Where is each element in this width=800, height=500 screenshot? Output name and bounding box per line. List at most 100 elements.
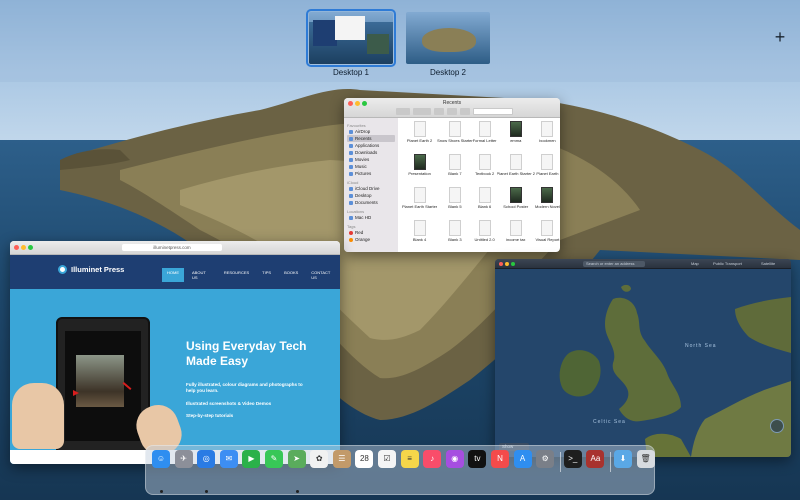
site-logo[interactable]: Illuminet Press xyxy=(58,265,124,274)
launchpad-icon[interactable]: ✈ xyxy=(174,450,193,468)
file-item[interactable]: Snow Shoes Starter xyxy=(437,121,473,152)
trash-icon[interactable]: 🗑 xyxy=(636,450,655,468)
sidebar-item-airdrop[interactable]: AirDrop xyxy=(347,128,395,135)
address-bar[interactable]: illuminetpress.com xyxy=(122,244,222,251)
finder-icon[interactable]: ☺ xyxy=(152,450,170,468)
site-nav-resources[interactable]: RESOURCES xyxy=(219,268,254,282)
sidebar-item-icloud-drive[interactable]: iCloud Drive xyxy=(347,185,395,192)
system-preferences-icon[interactable]: ⚙ xyxy=(536,450,555,468)
site-nav-books[interactable]: BOOKS xyxy=(279,268,303,282)
file-item[interactable]: Blank 6 xyxy=(473,187,497,218)
contacts-icon[interactable]: ☰ xyxy=(332,450,351,468)
app-store-icon[interactable]: A xyxy=(513,450,532,468)
site-nav-contact-us[interactable]: CONTACT US xyxy=(306,268,340,282)
file-item[interactable]: Presentation xyxy=(402,154,437,185)
view-buttons[interactable] xyxy=(396,108,410,115)
file-item[interactable]: Planet Earth Starter xyxy=(402,187,437,218)
satellite-map[interactable]: North Sea Celtic Sea Show xyxy=(495,269,791,457)
sidebar-tag-red[interactable]: Red xyxy=(347,229,395,236)
file-item[interactable]: Blank 5 xyxy=(437,187,473,218)
file-item[interactable]: Visual Report xyxy=(535,220,560,251)
sidebar-item-mac-hd[interactable]: Mac HD xyxy=(347,214,395,221)
podcasts-icon[interactable]: ◉ xyxy=(445,450,464,468)
file-item[interactable]: emma xyxy=(497,121,535,152)
file-item[interactable]: Blank 7 xyxy=(437,154,473,185)
space-desktop-1[interactable]: Desktop 1 xyxy=(306,9,396,77)
music-icon[interactable]: ♪ xyxy=(423,450,442,468)
downloads-folder-icon[interactable]: ⬇ xyxy=(614,450,632,468)
sidebar-item-applications[interactable]: Applications xyxy=(347,142,395,149)
maps-icon[interactable]: ➤ xyxy=(287,450,306,468)
hero-headline: Using Everyday Tech Made Easy xyxy=(186,339,307,368)
file-item[interactable]: Planet Earth 2 xyxy=(402,121,437,152)
notes-icon[interactable]: ≡ xyxy=(400,450,419,468)
minimize-button[interactable] xyxy=(505,261,509,266)
segment-map[interactable]: Map xyxy=(691,261,699,267)
file-item[interactable]: Formal Letter xyxy=(473,121,497,152)
file-item[interactable]: Planet Earth Starter 2 xyxy=(497,154,535,185)
site-nav-about-us[interactable]: ABOUT US xyxy=(187,268,216,282)
close-button[interactable] xyxy=(499,261,503,266)
safari-toolbar[interactable]: illuminetpress.com xyxy=(10,241,340,255)
mail-icon[interactable]: ✉ xyxy=(219,450,238,468)
group-button[interactable] xyxy=(413,108,431,115)
document-icon xyxy=(448,121,461,137)
finder-titlebar[interactable]: Recents xyxy=(344,98,560,118)
share-button[interactable] xyxy=(447,108,457,115)
maps-search-input[interactable]: Search or enter an address xyxy=(583,261,645,267)
site-nav-home[interactable]: HOME xyxy=(162,268,184,282)
sidebar-tag-orange[interactable]: Orange xyxy=(347,236,395,243)
file-item[interactable]: School Poster xyxy=(497,187,535,218)
sidebar-item-pictures[interactable]: Pictures xyxy=(347,170,395,177)
space-desktop-2[interactable]: Desktop 2 xyxy=(406,12,490,77)
news-icon[interactable]: N xyxy=(491,450,509,468)
close-button[interactable] xyxy=(14,245,19,250)
space-thumbnail[interactable] xyxy=(406,12,490,64)
safari-icon[interactable]: ◎ xyxy=(197,450,216,468)
file-item[interactable]: Blank 4 xyxy=(402,220,437,251)
segment-satellite[interactable]: Satellite xyxy=(761,261,775,267)
zoom-button[interactable] xyxy=(28,245,33,250)
sidebar-item-desktop[interactable]: Desktop xyxy=(347,192,395,199)
file-name: Planet Earth Starter 2 xyxy=(496,172,535,176)
file-item[interactable]: Blank 3 xyxy=(437,220,473,251)
sidebar-item-movies[interactable]: Movies xyxy=(347,156,395,163)
minimize-button[interactable] xyxy=(21,245,26,250)
file-item[interactable]: Modern Novel xyxy=(535,187,560,218)
segment-public-transport[interactable]: Public Transport xyxy=(713,261,742,267)
reminders-icon[interactable]: ☑ xyxy=(378,450,396,468)
file-item[interactable]: Planet Earth xyxy=(535,154,560,185)
safari-window[interactable]: illuminetpress.com Illuminet Press HOME A… xyxy=(10,241,340,464)
downloads-icon xyxy=(349,150,353,155)
file-item[interactable]: Textbook 2 xyxy=(473,154,497,185)
maps-window[interactable]: Search or enter an address Map Public Tr… xyxy=(495,259,791,457)
tag-button[interactable] xyxy=(460,108,470,115)
file-name: Visual Report xyxy=(535,238,560,242)
tv-icon[interactable]: tv xyxy=(468,450,487,468)
sidebar-item-music[interactable]: Music xyxy=(347,163,395,170)
messages-icon[interactable]: ✎ xyxy=(265,450,283,468)
dictionary-icon[interactable]: Aa xyxy=(586,450,605,468)
photos-icon[interactable]: ✿ xyxy=(310,450,329,468)
file-item[interactable]: Untitled 2.0 xyxy=(473,220,497,251)
terminal-icon[interactable]: >_ xyxy=(563,450,582,468)
search-input[interactable] xyxy=(473,108,513,115)
file-item[interactable]: bookmen xyxy=(535,121,560,152)
compass-icon[interactable] xyxy=(770,419,784,433)
sidebar-item-documents[interactable]: Documents xyxy=(347,199,395,206)
action-button[interactable] xyxy=(434,108,444,115)
add-space-button[interactable]: + xyxy=(771,28,789,46)
file-item[interactable]: income tax xyxy=(497,220,535,251)
maps-toolbar[interactable]: Search or enter an address Map Public Tr… xyxy=(495,259,791,269)
sidebar-item-recents[interactable]: Recents xyxy=(347,135,395,142)
finder-file-grid: Planet Earth 2 Snow Shoes Starter Formal L… xyxy=(400,118,560,252)
facetime-icon[interactable]: ▶ xyxy=(242,450,261,468)
space-thumbnail[interactable] xyxy=(306,9,396,67)
finder-window[interactable]: Recents Favourites AirDrop Recents Applica… xyxy=(344,98,560,252)
calendar-icon[interactable]: 28 xyxy=(355,450,374,468)
sidebar-item-downloads[interactable]: Downloads xyxy=(347,149,395,156)
site-nav-tips[interactable]: TIPS xyxy=(257,268,276,282)
document-icon xyxy=(509,154,522,170)
zoom-button[interactable] xyxy=(511,261,515,266)
hero-point: Step-by-step tutorials xyxy=(186,413,234,418)
